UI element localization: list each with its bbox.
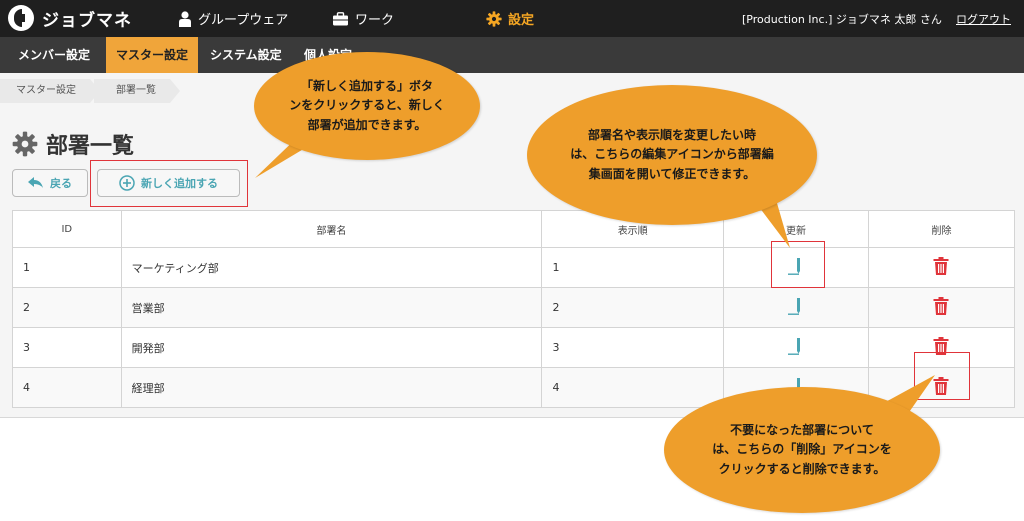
cell-id: 1 — [12, 247, 122, 288]
nav-work[interactable]: ワーク — [332, 9, 394, 28]
sub-nav: メンバー設定 マスター設定 システム設定 個人設定 — [0, 37, 1024, 73]
briefcase-icon — [333, 11, 348, 25]
column-header-delete: 削除 — [867, 210, 1016, 248]
column-header-id: ID — [12, 210, 122, 248]
app-name: ジョブマネ — [42, 10, 132, 31]
cell-id: 2 — [12, 287, 122, 328]
callout-delete-line-1: 不要になった部署について — [730, 423, 874, 438]
cell-name: 営業部 — [120, 287, 543, 328]
table-row: 2 営業部 2 — [12, 287, 1016, 328]
cell-order: 4 — [541, 367, 724, 408]
user-info: [Production Inc.] ジョブマネ 太郎 さん — [742, 13, 942, 26]
cell-order: 2 — [541, 287, 724, 328]
subnav-system-settings[interactable]: システム設定 — [200, 37, 292, 73]
cell-order: 3 — [541, 327, 724, 368]
nav-work-label: ワーク — [355, 13, 395, 28]
back-arrow-icon — [28, 177, 43, 188]
cell-id: 3 — [12, 327, 122, 368]
callout-add: 「新しく追加する」ボタ ンをクリックすると、新しく 部署が追加できます。 — [254, 52, 480, 160]
column-header-name: 部署名 — [120, 210, 543, 248]
gear-icon — [486, 10, 502, 27]
cell-delete — [867, 247, 1016, 288]
breadcrumb-item-department-list: 部署一覧 — [94, 79, 180, 103]
edit-icon-highlight — [771, 241, 825, 288]
callout-add-line-3: 部署が追加できます。 — [307, 117, 427, 132]
cell-edit — [722, 327, 869, 368]
callout-delete-line-2: は、こちらの「削除」アイコンを — [712, 442, 892, 457]
subnav-member-settings[interactable]: メンバー設定 — [8, 37, 100, 73]
callout-edit-line-1: 部署名や表示順を変更したい時 — [587, 128, 756, 143]
cell-edit — [722, 287, 869, 328]
person-icon — [179, 10, 191, 27]
logout-link[interactable]: ログアウト — [956, 11, 1011, 27]
table-row: 1 マーケティング部 1 — [12, 247, 1016, 288]
main-content: マスター設定 部署一覧 部署一覧 戻る 新しく追加する ID 部署名 表示順 更… — [0, 73, 1024, 418]
cell-order: 1 — [541, 247, 724, 288]
back-button[interactable]: 戻る — [12, 169, 88, 197]
page-title: 部署一覧 — [12, 128, 134, 160]
callout-edit: 部署名や表示順を変更したい時 は、こちらの編集アイコンから部署編 集画面を開いて… — [527, 85, 817, 225]
callout-delete: 不要になった部署について は、こちらの「削除」アイコンを クリックすると削除でき… — [664, 387, 940, 513]
callout-add-line-1: 「新しく追加する」ボタ — [300, 79, 433, 94]
app-logo[interactable]: ジョブマネ — [8, 5, 132, 31]
callout-edit-line-3: 集画面を開いて修正できます。 — [588, 166, 756, 181]
cell-name: 開発部 — [120, 327, 543, 368]
nav-settings[interactable]: 設定 — [486, 9, 534, 28]
edit-icon[interactable] — [787, 337, 803, 355]
page-title-text: 部署一覧 — [46, 134, 135, 159]
trash-icon[interactable] — [933, 257, 949, 275]
logo-icon — [8, 5, 34, 31]
gear-icon — [12, 131, 38, 157]
table-header-row: ID 部署名 表示順 更新 削除 — [12, 210, 1016, 248]
nav-settings-label: 設定 — [508, 13, 535, 28]
breadcrumb-item-master-settings[interactable]: マスター設定 — [0, 79, 100, 103]
trash-icon[interactable] — [933, 297, 949, 315]
department-table: ID 部署名 表示順 更新 削除 1 マーケティング部 1 2 営業部 2 3 … — [12, 210, 1016, 408]
table-row: 3 開発部 3 — [12, 327, 1016, 368]
callout-edit-line-2: は、こちらの編集アイコンから部署編 — [570, 147, 774, 162]
delete-icon-highlight — [914, 352, 970, 400]
cell-delete — [867, 287, 1016, 328]
cell-name: 経理部 — [120, 367, 543, 408]
breadcrumb: マスター設定 部署一覧 — [0, 79, 180, 103]
callout-add-line-2: ンをクリックすると、新しく — [289, 98, 445, 113]
edit-icon[interactable] — [787, 297, 803, 315]
add-button-highlight — [90, 160, 248, 207]
subnav-master-settings[interactable]: マスター設定 — [106, 37, 199, 73]
cell-id: 4 — [12, 367, 122, 408]
back-button-label: 戻る — [50, 177, 72, 190]
top-bar: ジョブマネ グループウェア ワーク 設定 [Production Inc.] ジ… — [0, 0, 1024, 37]
cell-name: マーケティング部 — [120, 247, 543, 288]
nav-groupware[interactable]: グループウェア — [178, 9, 288, 28]
callout-delete-line-3: クリックすると削除できます。 — [718, 461, 886, 476]
nav-groupware-label: グループウェア — [198, 13, 289, 28]
